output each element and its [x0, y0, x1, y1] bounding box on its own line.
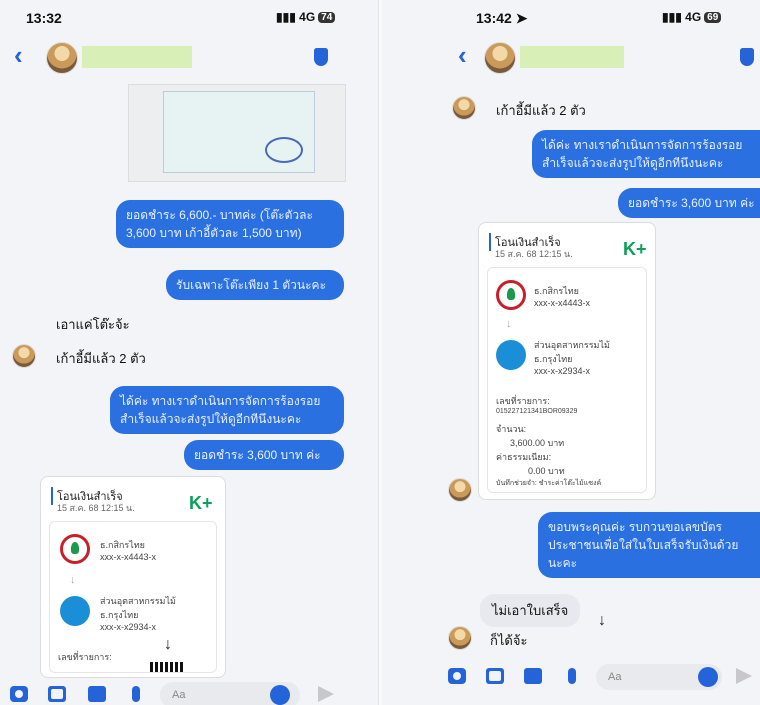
from-account: xxx-x-x4443-x — [100, 552, 157, 562]
contact-avatar — [452, 96, 476, 120]
fee-label: ค่าธรรมเนียม: — [496, 452, 552, 462]
transfer-slip[interactable]: โอนเงินสำเร็จ 15 ส.ค. 68 12:15 น. K+ ธ.ก… — [478, 222, 656, 500]
shield-icon[interactable] — [740, 48, 754, 66]
incoming-message[interactable]: เอาแค่โต๊ะจ้ะ — [56, 314, 130, 335]
slip-details: ธ.กสิกรไทย xxx-x-x4443-x ↓ ส่วนอุตสาหกรร… — [49, 521, 217, 673]
arrow-down-icon: ↓ — [506, 318, 512, 330]
fee-value: 0.00 บาท — [528, 466, 565, 476]
incoming-message[interactable]: เก้าอี้มีแล้ว 2 ตัว — [56, 348, 146, 369]
kbank-logo-icon — [60, 534, 90, 564]
from-account: xxx-x-x4443-x — [534, 298, 591, 308]
qr-code — [150, 662, 184, 672]
camera-icon[interactable] — [10, 686, 28, 702]
outgoing-message[interactable]: ยอดชำระ 3,600 บาท ค่ะ — [618, 188, 760, 218]
contact-name-redacted[interactable] — [520, 46, 624, 68]
contact-avatar[interactable] — [46, 42, 78, 74]
contact-avatar[interactable] — [484, 42, 516, 74]
arrow-down-icon[interactable]: ↓ — [598, 612, 606, 630]
amount-value: 3,600.00 บาท — [510, 438, 565, 448]
kplus-logo: K+ — [189, 493, 213, 513]
battery-icon: 74 — [318, 12, 336, 23]
to-account: xxx-x-x2934-x — [534, 366, 591, 376]
signal-indicator: ▮▮▮ 4G 74 — [276, 10, 336, 24]
contact-avatar — [448, 626, 472, 650]
ref-label: เลขที่รายการ: — [496, 396, 550, 406]
transfer-slip[interactable]: โอนเงินสำเร็จ 15 ส.ค. 68 12:15 น. K+ ธ.ก… — [40, 476, 226, 678]
shared-document-photo[interactable] — [128, 84, 346, 182]
kbank-logo-icon — [496, 280, 526, 310]
outgoing-message[interactable]: ได้ค่ะ ทางเราดำเนินการจัดการร้องรอย สำเร… — [532, 130, 760, 178]
kplus-logo: K+ — [623, 239, 647, 259]
amount-label: จำนวน: — [496, 424, 527, 434]
to-bank: ธ.กรุงไทย — [534, 354, 573, 364]
ktb-logo-icon — [60, 596, 90, 626]
outgoing-message[interactable]: ได้ค่ะ ทางเราดำเนินการจัดการร้องรอย สำเร… — [110, 386, 344, 434]
outgoing-message[interactable]: ยอดชำระ 6,600.- บาทค่ะ (โต๊ะตัวละ 3,600 … — [116, 200, 344, 248]
message-toolbar: Aa — [382, 660, 760, 694]
back-icon[interactable]: ‹ — [458, 42, 467, 68]
outgoing-message[interactable]: รับเฉพาะโต๊ะเพียง 1 ตัวนะคะ — [166, 270, 344, 300]
contact-avatar — [12, 344, 36, 368]
left-chat-screen: 13:32 ▮▮▮ 4G 74 ‹ ยอดชำระ 6,600.- บาทค่ะ … — [0, 0, 378, 705]
ktb-logo-icon — [496, 340, 526, 370]
send-icon[interactable] — [736, 668, 752, 684]
ref-value: 015227121341BOR09329 — [496, 408, 578, 415]
contact-name-redacted[interactable] — [82, 46, 192, 68]
slip-date: 15 ส.ค. 68 12:15 น. — [495, 249, 573, 259]
outgoing-message[interactable]: ขอบพระคุณค่ะ รบกวนขอเลขบัตรประชาชนเพื่อใ… — [538, 512, 760, 578]
status-time: 13:42 ➤ — [476, 10, 528, 26]
emoji-icon[interactable] — [698, 667, 718, 687]
to-name: ส่วนอุตสาหกรรมไม้ — [100, 596, 176, 606]
chat-header: ‹ — [0, 38, 378, 78]
image-icon[interactable] — [486, 668, 504, 684]
back-icon[interactable]: ‹ — [14, 42, 23, 68]
status-time: 13:32 — [26, 10, 62, 26]
incoming-message[interactable]: ไม่เอาใบเสร็จ — [480, 594, 581, 627]
battery-icon: 69 — [704, 12, 722, 23]
mic-icon[interactable] — [132, 686, 140, 702]
to-account: xxx-x-x2934-x — [100, 622, 157, 632]
to-bank: ธ.กรุงไทย — [100, 610, 139, 620]
message-toolbar: Aa — [0, 680, 378, 705]
chat-header: ‹ — [382, 38, 760, 78]
to-name: ส่วนอุตสาหกรรมไม้ — [534, 340, 610, 350]
incoming-message[interactable]: เก้าอี้มีแล้ว 2 ตัว — [496, 100, 586, 121]
mic-icon[interactable] — [568, 668, 576, 684]
slip-details: ธ.กสิกรไทย xxx-x-x4443-x ↓ ส่วนอุตสาหกรร… — [487, 267, 647, 493]
emoji-icon[interactable] — [270, 685, 290, 705]
signal-indicator: ▮▮▮ 4G 69 — [662, 10, 722, 24]
from-bank: ธ.กสิกรไทย — [100, 540, 145, 550]
outgoing-message[interactable]: ยอดชำระ 3,600 บาท ค่ะ — [184, 440, 344, 470]
from-bank: ธ.กสิกรไทย — [534, 286, 579, 296]
contact-avatar — [448, 478, 472, 502]
memo-note: บันทึกช่วยจำ: ชำระค่าโต๊ะไม้แซงค์ — [496, 480, 602, 487]
stamp-image — [265, 137, 303, 163]
send-icon[interactable] — [318, 686, 334, 702]
image-icon[interactable] — [48, 686, 66, 702]
camera-icon[interactable] — [448, 668, 466, 684]
briefcase-icon[interactable] — [88, 686, 106, 702]
right-chat-screen: 13:42 ➤ ▮▮▮ 4G 69 ‹ เก้าอี้มีแล้ว 2 ตัว ไ… — [382, 0, 760, 705]
incoming-message[interactable]: ก็ได้จ้ะ — [490, 630, 527, 651]
ref-label: เลขที่รายการ: — [58, 652, 112, 662]
shield-icon[interactable] — [314, 48, 328, 66]
briefcase-icon[interactable] — [524, 668, 542, 684]
slip-date: 15 ส.ค. 68 12:15 น. — [57, 503, 135, 513]
arrow-down-icon[interactable]: ↓ — [164, 636, 172, 654]
arrow-down-icon: ↓ — [70, 574, 76, 586]
